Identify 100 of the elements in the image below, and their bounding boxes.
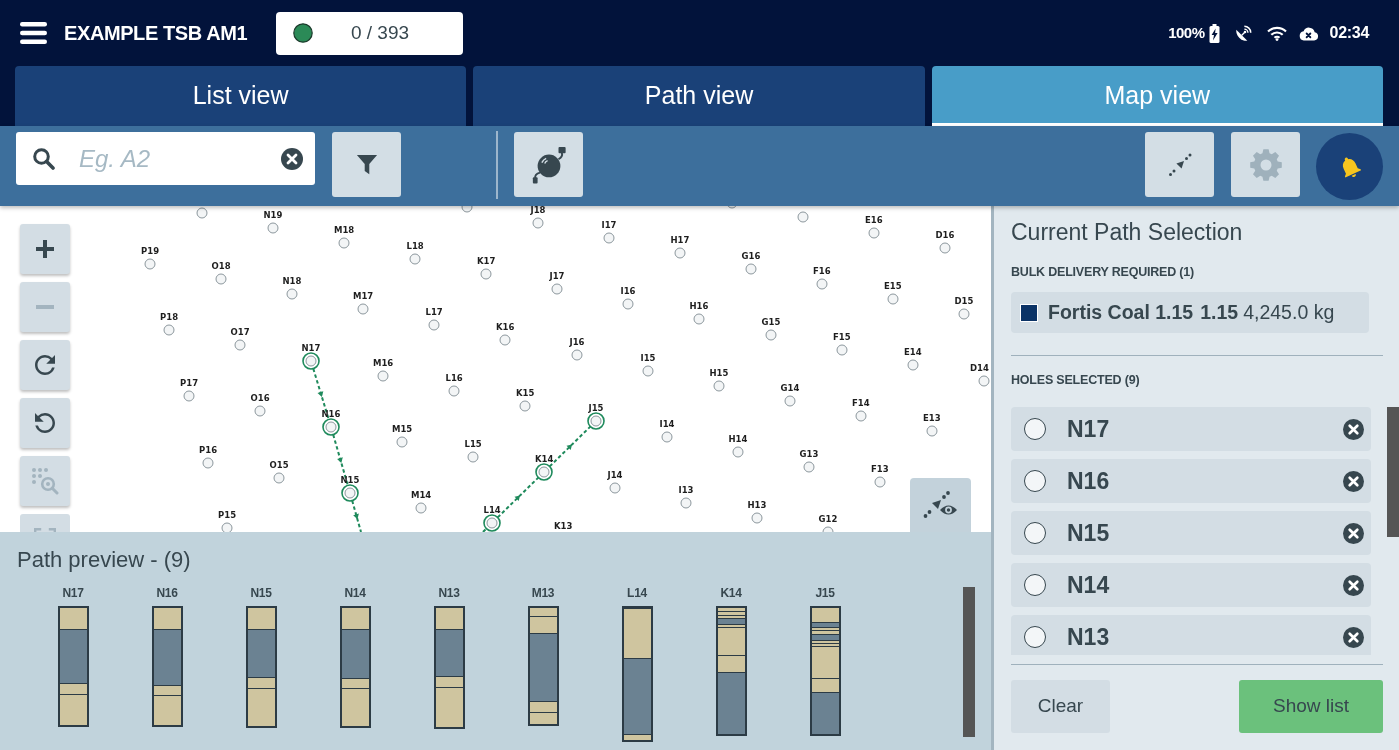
hole-marker-icon[interactable]: [978, 375, 990, 387]
radio-button[interactable]: [1024, 522, 1046, 544]
hole-marker-icon[interactable]: [428, 319, 440, 331]
remove-icon[interactable]: [1343, 522, 1364, 544]
hole-marker-icon[interactable]: [816, 278, 828, 290]
selected-hole-item[interactable]: N15: [1011, 511, 1371, 555]
hole-marker-icon[interactable]: [163, 324, 175, 336]
hole-marker-icon[interactable]: [642, 365, 654, 377]
hole-marker-icon[interactable]: [532, 217, 544, 229]
radio-button[interactable]: [1024, 626, 1046, 648]
hole-marker-icon[interactable]: [215, 273, 227, 285]
hole-marker-icon[interactable]: [958, 308, 970, 320]
remove-icon[interactable]: [1343, 418, 1364, 440]
hole-marker-icon[interactable]: [341, 484, 359, 502]
clear-button[interactable]: Clear: [1011, 680, 1110, 733]
cable-reel-button[interactable]: [514, 132, 583, 197]
hole-marker-icon[interactable]: [887, 293, 899, 305]
show-list-button[interactable]: Show list: [1239, 680, 1383, 733]
zoom-in-button[interactable]: [20, 224, 70, 274]
hole-marker-icon[interactable]: [322, 418, 340, 436]
hole-marker-icon[interactable]: [480, 268, 492, 280]
selected-hole-item[interactable]: N17: [1011, 407, 1371, 451]
hole-marker-icon[interactable]: [234, 339, 246, 351]
hole-marker-icon[interactable]: [467, 451, 479, 463]
hole-marker-icon[interactable]: [409, 253, 421, 265]
hole-marker-icon[interactable]: [551, 283, 563, 295]
hole-marker-icon[interactable]: [396, 436, 408, 448]
hole-label: E13: [923, 413, 941, 423]
hole-marker-icon[interactable]: [196, 207, 208, 219]
hole-marker-icon[interactable]: [907, 359, 919, 371]
scrollbar-thumb[interactable]: [1387, 407, 1399, 537]
hole-marker-icon[interactable]: [571, 349, 583, 361]
section-heading: HOLES SELECTED (9): [1011, 373, 1141, 388]
radio-button[interactable]: [1024, 470, 1046, 492]
undo-button[interactable]: [20, 398, 70, 448]
hole-marker-icon[interactable]: [765, 329, 777, 341]
battery-level: 100%: [1168, 22, 1205, 43]
hole-marker-icon[interactable]: [822, 526, 834, 532]
hole-marker-icon[interactable]: [797, 211, 809, 223]
selected-hole-item[interactable]: N16: [1011, 459, 1371, 503]
hole-marker-icon[interactable]: [803, 461, 815, 473]
hole-marker-icon[interactable]: [273, 472, 285, 484]
search-field[interactable]: Eg. A2: [16, 132, 315, 185]
clear-icon[interactable]: [281, 148, 303, 170]
redo-button[interactable]: [20, 340, 70, 390]
hole-marker-icon[interactable]: [674, 247, 686, 259]
hole-marker-icon[interactable]: [603, 232, 615, 244]
hole-marker-icon[interactable]: [713, 380, 725, 392]
hole-marker-icon[interactable]: [661, 431, 673, 443]
hole-marker-icon[interactable]: [751, 512, 763, 524]
hole-marker-icon[interactable]: [535, 463, 553, 481]
filter-button[interactable]: [332, 132, 401, 197]
menu-icon[interactable]: [20, 22, 47, 44]
hole-marker-icon[interactable]: [448, 385, 460, 397]
hole-marker-icon[interactable]: [836, 344, 848, 356]
hole-marker-icon[interactable]: [622, 298, 634, 310]
hole-marker-icon[interactable]: [609, 482, 621, 494]
hole-marker-icon[interactable]: [338, 237, 350, 249]
hole-marker-icon[interactable]: [254, 405, 266, 417]
hole-marker-icon[interactable]: [202, 457, 214, 469]
hole-label: O15: [269, 460, 289, 470]
hole-marker-icon[interactable]: [939, 242, 951, 254]
hole-marker-icon[interactable]: [519, 400, 531, 412]
hole-marker-icon[interactable]: [874, 476, 886, 488]
view-tab[interactable]: Path view: [473, 66, 925, 126]
hole-label: I16: [620, 286, 636, 296]
view-tab[interactable]: List view: [15, 66, 467, 126]
path-visibility-button[interactable]: [910, 478, 971, 532]
path-button[interactable]: [1145, 132, 1214, 197]
hole-marker-icon[interactable]: [784, 395, 796, 407]
hole-marker-icon[interactable]: [221, 522, 233, 532]
hole-marker-icon[interactable]: [587, 412, 605, 430]
scrollbar-thumb[interactable]: [963, 587, 975, 737]
remove-icon[interactable]: [1343, 470, 1364, 492]
radio-button[interactable]: [1024, 574, 1046, 596]
hole-marker-icon[interactable]: [680, 497, 692, 509]
hole-marker-icon[interactable]: [377, 370, 389, 382]
hole-marker-icon[interactable]: [855, 410, 867, 422]
hole-marker-icon[interactable]: [868, 227, 880, 239]
hole-marker-icon[interactable]: [483, 514, 501, 532]
hole-marker-icon[interactable]: [693, 313, 705, 325]
remove-icon[interactable]: [1343, 626, 1364, 648]
hole-marker-icon[interactable]: [461, 206, 473, 213]
hole-marker-icon[interactable]: [499, 334, 511, 346]
bulk-delivery-item[interactable]: Fortis Coal 1.15 1.15 4,245.0 kg: [1011, 292, 1369, 333]
hole-marker-icon[interactable]: [732, 446, 744, 458]
hole-marker-icon[interactable]: [415, 502, 427, 514]
hole-marker-icon[interactable]: [726, 206, 738, 209]
selected-hole-item[interactable]: N13: [1011, 615, 1371, 655]
hole-marker-icon[interactable]: [357, 303, 369, 315]
hole-marker-icon[interactable]: [144, 258, 156, 270]
hole-marker-icon[interactable]: [302, 352, 320, 370]
hole-marker-icon[interactable]: [926, 425, 938, 437]
hole-marker-icon[interactable]: [183, 390, 195, 402]
selected-hole-item[interactable]: N14: [1011, 563, 1371, 607]
hole-marker-icon[interactable]: [267, 222, 279, 234]
radio-button[interactable]: [1024, 418, 1046, 440]
hole-marker-icon[interactable]: [286, 288, 298, 300]
hole-marker-icon[interactable]: [745, 263, 757, 275]
remove-icon[interactable]: [1343, 574, 1364, 596]
